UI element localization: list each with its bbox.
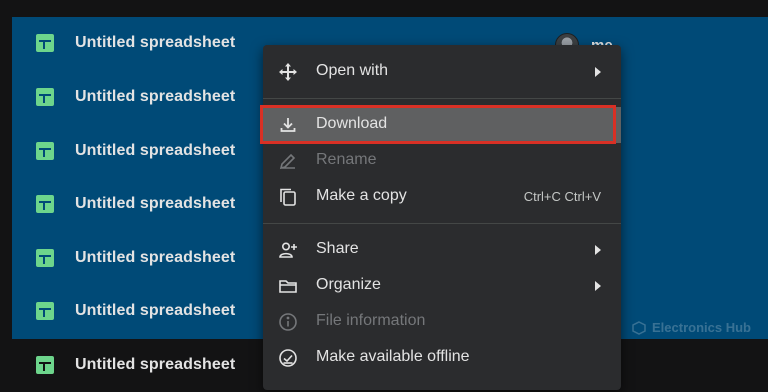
menu-item-file-information[interactable]: File information bbox=[263, 304, 621, 340]
menu-item-make-available-offline[interactable]: Make available offline bbox=[263, 340, 621, 376]
menu-item-open-with[interactable]: Open with bbox=[263, 54, 621, 90]
menu-item-make-copy[interactable]: Make a copy Ctrl+C Ctrl+V bbox=[263, 179, 621, 215]
file-name: Untitled spreadsheet bbox=[75, 249, 236, 266]
copy-icon bbox=[280, 188, 296, 206]
menu-divider bbox=[263, 98, 621, 99]
sheets-icon bbox=[36, 249, 54, 267]
watermark-text: Electronics Hub bbox=[652, 320, 751, 335]
file-name: Untitled spreadsheet bbox=[75, 195, 236, 212]
menu-label: Organize bbox=[316, 276, 381, 293]
menu-label: Make a copy bbox=[316, 187, 407, 204]
move-arrows-icon bbox=[279, 63, 297, 81]
sheets-icon bbox=[36, 195, 54, 213]
file-name: Untitled spreadsheet bbox=[75, 88, 236, 105]
list-header-strip bbox=[0, 0, 768, 17]
menu-item-download[interactable]: Download bbox=[263, 107, 621, 143]
download-icon bbox=[280, 118, 296, 132]
menu-item-rename[interactable]: Rename bbox=[263, 143, 621, 179]
context-menu: Open with Download Rename Make a copy Ct… bbox=[263, 45, 621, 390]
submenu-arrow-icon bbox=[595, 67, 601, 77]
menu-divider bbox=[263, 223, 621, 224]
submenu-arrow-icon bbox=[595, 281, 601, 291]
sheets-icon bbox=[36, 302, 54, 320]
sheets-icon bbox=[36, 142, 54, 160]
sheets-icon bbox=[36, 88, 54, 106]
menu-label: File information bbox=[316, 312, 426, 329]
menu-label: Rename bbox=[316, 151, 377, 168]
menu-label: Share bbox=[316, 240, 359, 257]
sheets-icon bbox=[36, 34, 54, 52]
menu-item-organize[interactable]: Organize bbox=[263, 268, 621, 304]
file-name: Untitled spreadsheet bbox=[75, 142, 236, 159]
offline-check-icon bbox=[279, 349, 297, 367]
menu-shortcut: Ctrl+C Ctrl+V bbox=[523, 189, 601, 204]
file-name: Untitled spreadsheet bbox=[75, 34, 236, 51]
file-name: Untitled spreadsheet bbox=[75, 356, 236, 373]
folder-icon bbox=[279, 280, 297, 293]
pencil-icon bbox=[279, 153, 296, 170]
menu-label: Make available offline bbox=[316, 348, 470, 365]
watermark-logo-icon bbox=[632, 320, 646, 335]
menu-label: Download bbox=[316, 115, 388, 132]
sheets-icon bbox=[36, 356, 54, 374]
menu-label: Open with bbox=[316, 62, 389, 79]
file-name: Untitled spreadsheet bbox=[75, 302, 236, 319]
info-icon bbox=[279, 313, 297, 331]
submenu-arrow-icon bbox=[595, 245, 601, 255]
person-add-icon bbox=[279, 242, 297, 258]
watermark: Electronics Hub bbox=[632, 320, 751, 335]
menu-item-share[interactable]: Share bbox=[263, 232, 621, 268]
